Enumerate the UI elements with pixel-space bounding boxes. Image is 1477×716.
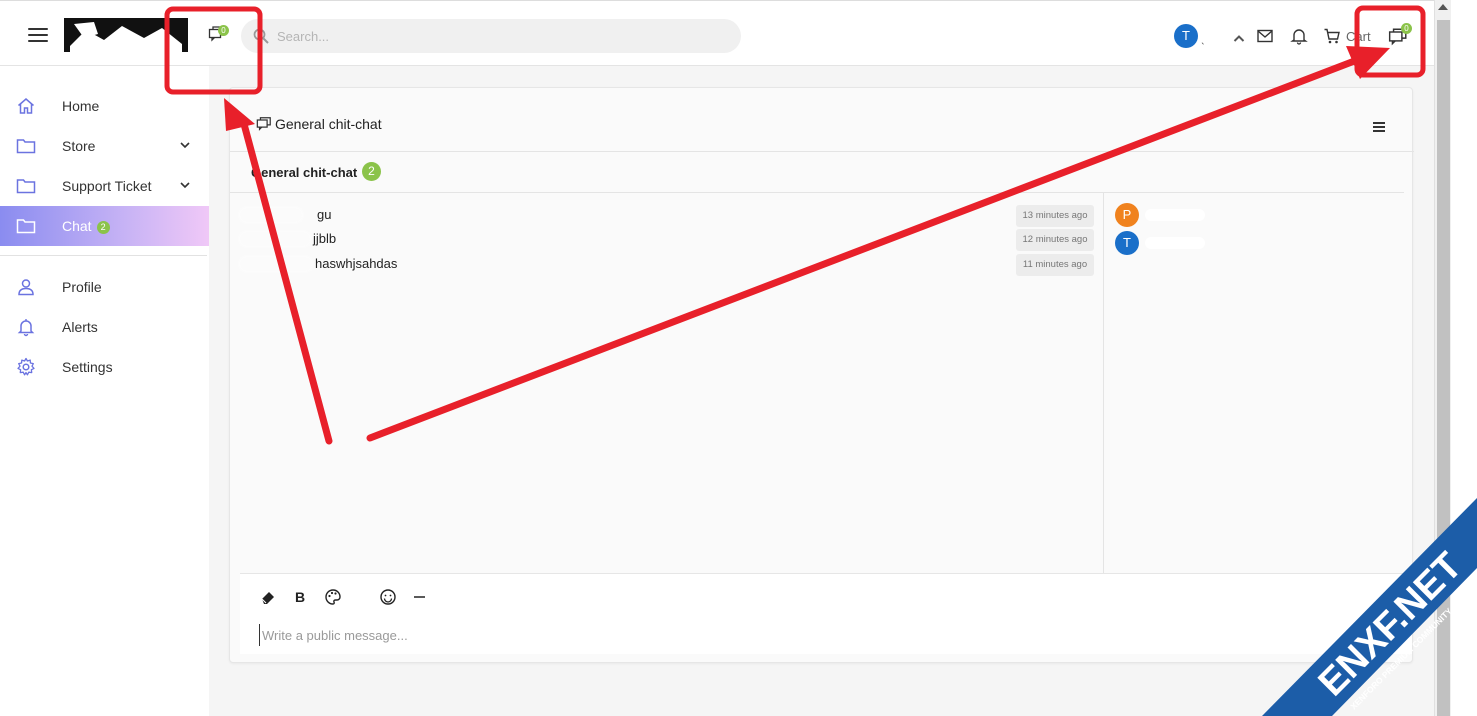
chat-room-bar: General chit-chat 2 [230,153,1404,193]
sidebar-item-label: Settings [62,359,113,375]
sidebar-item-alerts[interactable]: Alerts [0,307,209,347]
chat-icon [256,117,271,131]
chat-panel-header: General chit-chat [230,88,1414,152]
sidebar-item-profile[interactable]: Profile [0,267,209,307]
sidebar-item-label: Store [62,138,96,154]
page: 0 T ˎ Cart [0,0,1477,716]
user-avatar[interactable]: T [1174,24,1198,48]
chevron-down-icon[interactable] [178,178,192,192]
message-text: jjblb [313,231,337,246]
redacted-username [240,208,302,222]
folder-icon [16,179,36,194]
chat-message: haswhjsahdas 11 minutes ago [230,253,1100,277]
message-composer: B [240,573,1412,654]
bold-icon[interactable]: B [291,588,309,606]
user-icon [18,279,34,296]
chat-panel-title: General chit-chat [275,116,382,132]
search-bar[interactable] [241,19,741,53]
cart-label[interactable]: Cart [1346,29,1371,44]
redacted-username [240,232,310,246]
gear-icon [17,357,35,376]
message-list: gu 13 minutes ago jjblb 12 minutes ago h… [230,193,1104,573]
home-icon [18,98,34,114]
chat-toggle-right[interactable]: 0 [1388,23,1412,47]
chat-message: gu 13 minutes ago [230,204,1100,228]
emoji-icon[interactable] [379,588,397,606]
message-time: 11 minutes ago [1016,254,1094,276]
message-input[interactable] [259,624,1359,646]
site-logo[interactable] [64,16,188,54]
message-time: 13 minutes ago [1016,205,1094,227]
scroll-up-arrow-icon[interactable] [1438,4,1448,10]
sidebar-item-label: Support Ticket [62,178,152,194]
online-user[interactable]: P [1115,203,1395,227]
user-avatar: P [1115,203,1139,227]
chat-menu-icon[interactable] [1373,122,1385,132]
folder-icon [16,219,36,234]
palette-icon[interactable] [324,588,342,606]
redacted-username [1145,209,1205,221]
sidebar-item-label: Home [62,98,100,114]
user-avatar: T [1115,231,1139,255]
online-user[interactable]: T [1115,231,1395,255]
chat-panel: General chit-chat General chit-chat 2 gu… [229,87,1414,663]
chat-unread-count: 2 [96,221,110,234]
chevron-down-icon[interactable] [178,138,192,152]
cart-icon[interactable] [1323,27,1341,45]
room-user-count: 2 [362,162,381,181]
eraser-icon[interactable] [259,588,277,606]
sidebar-item-label: Profile [62,279,102,295]
watermark-title: ENXF.NET [1311,545,1471,705]
chat-message: jjblb 12 minutes ago [230,228,1100,252]
sidebar-item-support-ticket[interactable]: Support Ticket [0,166,209,206]
redacted-username [1145,237,1205,249]
site-watermark: ENXF.NET XENFORO PREMIUM COMMUNITY [1262,498,1477,716]
sidebar-item-home[interactable]: Home [0,86,209,126]
sidebar-item-label: Chat 2 [62,218,110,234]
bell-icon[interactable] [1290,27,1308,45]
folder-icon [16,139,36,154]
message-text: gu [317,207,332,222]
chat-count-badge: 0 [218,25,229,36]
sidebar-divider [0,255,207,256]
mail-icon[interactable] [1256,27,1274,45]
horizontal-rule-icon[interactable] [411,588,429,606]
username-redacted[interactable]: ˎ [1201,31,1205,45]
sidebar-item-chat[interactable]: Chat 2 [0,206,209,246]
hamburger-menu-icon[interactable] [28,28,48,42]
sidebar-item-store[interactable]: Store [0,126,209,166]
sidebar: Home Store Support Ticket Chat 2 Profile… [0,66,209,716]
bell-icon [17,319,35,337]
room-name[interactable]: General chit-chat [251,165,357,180]
chat-toggle-icon[interactable]: 0 [208,25,230,45]
redacted-username [240,257,312,271]
sidebar-item-label: Alerts [62,319,98,335]
chevron-up-icon[interactable] [1230,29,1248,47]
chat-count-badge: 0 [1401,23,1412,34]
sidebar-item-settings[interactable]: Settings [0,347,209,387]
message-text: haswhjsahdas [315,256,398,271]
search-input[interactable] [277,19,717,53]
top-navigation-bar: 0 T ˎ Cart [0,0,1434,66]
search-icon [253,28,269,44]
message-time: 12 minutes ago [1016,229,1094,251]
